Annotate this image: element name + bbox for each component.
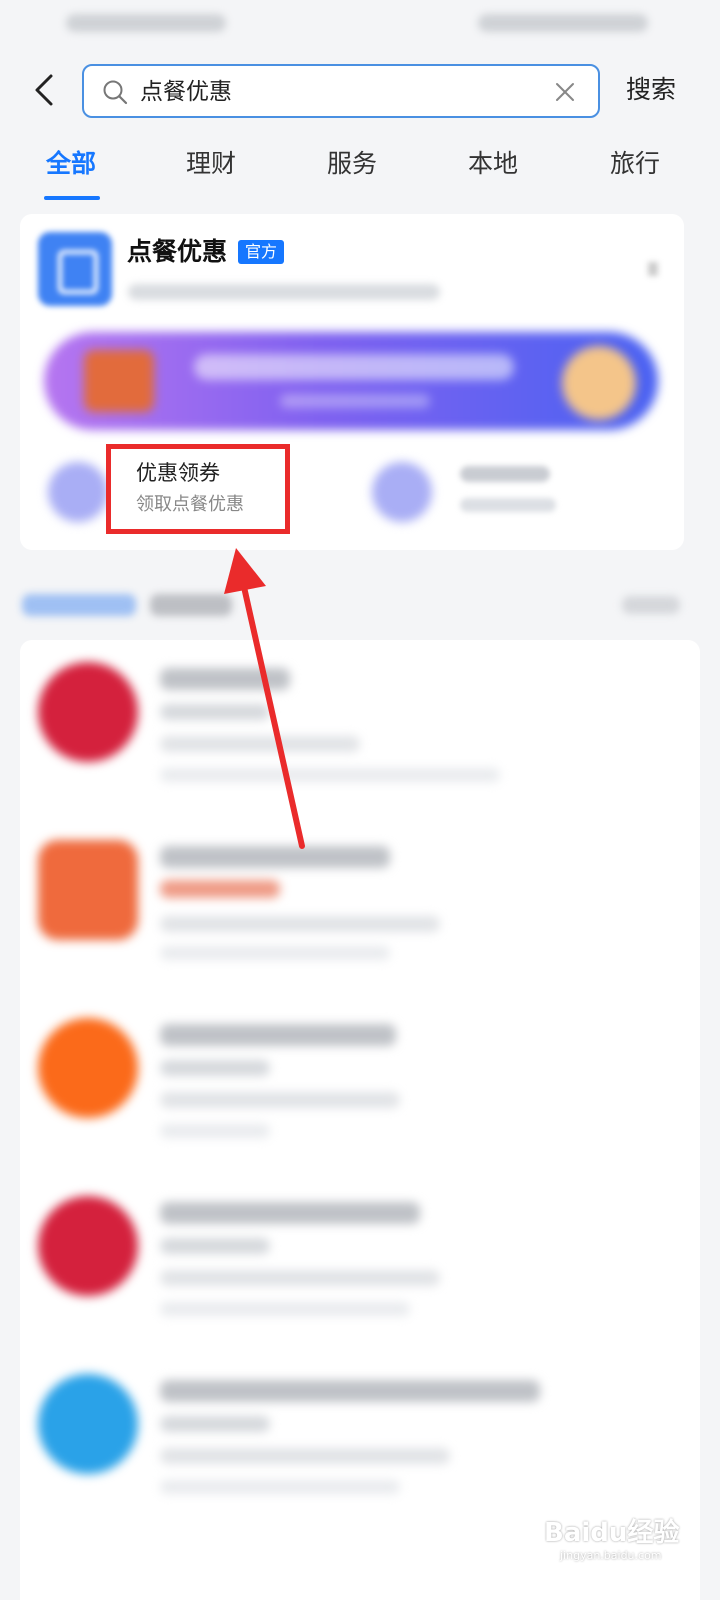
coupon-service-title[interactable]: 优惠领券 [136, 458, 220, 488]
more-link[interactable] [622, 596, 680, 614]
search-icon [103, 80, 128, 105]
watermark-url: jingyan.baidu.com [560, 1549, 662, 1562]
active-tab-indicator [44, 196, 100, 200]
tab-travel[interactable]: 旅行 [610, 146, 660, 182]
back-arrow-icon [35, 74, 53, 106]
app-title[interactable]: 点餐优惠 [127, 234, 227, 270]
watermark-brand: Baidu经验 [544, 1518, 680, 1548]
app-icon[interactable] [38, 232, 112, 306]
search-input[interactable]: 点餐优惠 [82, 64, 600, 118]
carrier-info [66, 14, 226, 32]
banner-headline [194, 354, 514, 380]
banner-subline [280, 394, 430, 408]
tab-local[interactable]: 本地 [468, 146, 518, 182]
category-tabs: 全部 理财 服务 本地 旅行 [0, 140, 720, 202]
search-header: 点餐优惠 搜索 [0, 56, 720, 126]
chevron-right-icon [648, 262, 658, 276]
official-badge: 官方 [238, 240, 285, 264]
status-bar [0, 0, 720, 50]
result-icon [38, 1196, 138, 1296]
tab-services[interactable]: 服务 [327, 146, 377, 182]
status-icons [478, 14, 648, 32]
gift-icon [84, 350, 154, 412]
app-description [128, 284, 440, 300]
list-item[interactable] [20, 996, 700, 1172]
coupon-service-icon[interactable] [48, 462, 108, 522]
tab-finance[interactable]: 理财 [186, 146, 236, 182]
tab-all[interactable]: 全部 [46, 146, 96, 182]
result-icon [38, 662, 138, 762]
result-icon [38, 1374, 138, 1474]
second-service-subtitle [460, 498, 556, 512]
second-service-title[interactable] [460, 466, 550, 482]
list-item[interactable] [20, 1174, 700, 1350]
result-list [20, 640, 700, 1600]
back-button[interactable] [24, 68, 64, 112]
coupon-coin-icon [562, 346, 636, 420]
coupon-service-subtitle: 领取点餐优惠 [136, 494, 244, 515]
promo-banner[interactable] [44, 332, 658, 430]
result-icon [38, 1018, 138, 1118]
result-icon [38, 840, 138, 940]
section-title-keyword [22, 594, 136, 616]
section-title [150, 594, 232, 616]
search-query[interactable]: 点餐优惠 [140, 77, 232, 107]
list-item[interactable] [20, 640, 700, 816]
list-item[interactable] [20, 818, 700, 994]
second-service-icon[interactable] [372, 462, 432, 522]
section-header [0, 584, 720, 628]
baidu-jingyan-watermark: Baidu经验 jingyan.baidu.com [540, 1492, 700, 1562]
search-button[interactable]: 搜索 [626, 72, 676, 108]
clear-icon[interactable] [552, 79, 578, 105]
